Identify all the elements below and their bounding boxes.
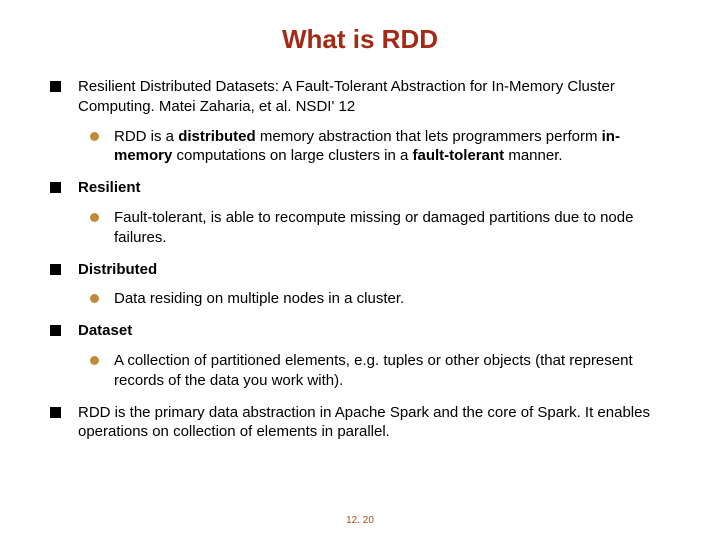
bullet-distributed: Distributed — [50, 260, 670, 280]
bullet-text: Resilient — [78, 178, 670, 198]
bullet-summary: RDD is the primary data abstraction in A… — [50, 403, 670, 443]
subbullet-text: Fault-tolerant, is able to recompute mis… — [114, 208, 670, 248]
subbullet-text: Data residing on multiple nodes in a clu… — [114, 289, 670, 309]
square-bullet-icon — [50, 407, 68, 418]
bullet-text: Resilient Distributed Datasets: A Fault-… — [78, 77, 670, 117]
slide-body: Resilient Distributed Datasets: A Fault-… — [32, 77, 688, 442]
square-bullet-icon — [50, 264, 68, 275]
square-bullet-icon — [50, 325, 68, 336]
bullet-text: Dataset — [78, 321, 670, 341]
square-bullet-icon — [50, 182, 68, 193]
bullet-reference: Resilient Distributed Datasets: A Fault-… — [50, 77, 670, 117]
bullet-resilient: Resilient — [50, 178, 670, 198]
bullet-text: Distributed — [78, 260, 670, 280]
slide-title: What is RDD — [32, 24, 688, 55]
round-bullet-icon — [90, 213, 106, 223]
slide-number: 12. 20 — [0, 515, 720, 526]
subbullet-resilient: Fault-tolerant, is able to recompute mis… — [90, 208, 670, 248]
round-bullet-icon — [90, 132, 106, 142]
subbullet-distributed: Data residing on multiple nodes in a clu… — [90, 289, 670, 309]
subbullet-dataset: A collection of partitioned elements, e.… — [90, 351, 670, 391]
bullet-dataset: Dataset — [50, 321, 670, 341]
bullet-text: RDD is the primary data abstraction in A… — [78, 403, 670, 443]
round-bullet-icon — [90, 356, 106, 366]
square-bullet-icon — [50, 81, 68, 92]
subbullet-text: RDD is a distributed memory abstraction … — [114, 127, 670, 167]
subbullet-definition: RDD is a distributed memory abstraction … — [90, 127, 670, 167]
round-bullet-icon — [90, 294, 106, 304]
subbullet-text: A collection of partitioned elements, e.… — [114, 351, 670, 391]
